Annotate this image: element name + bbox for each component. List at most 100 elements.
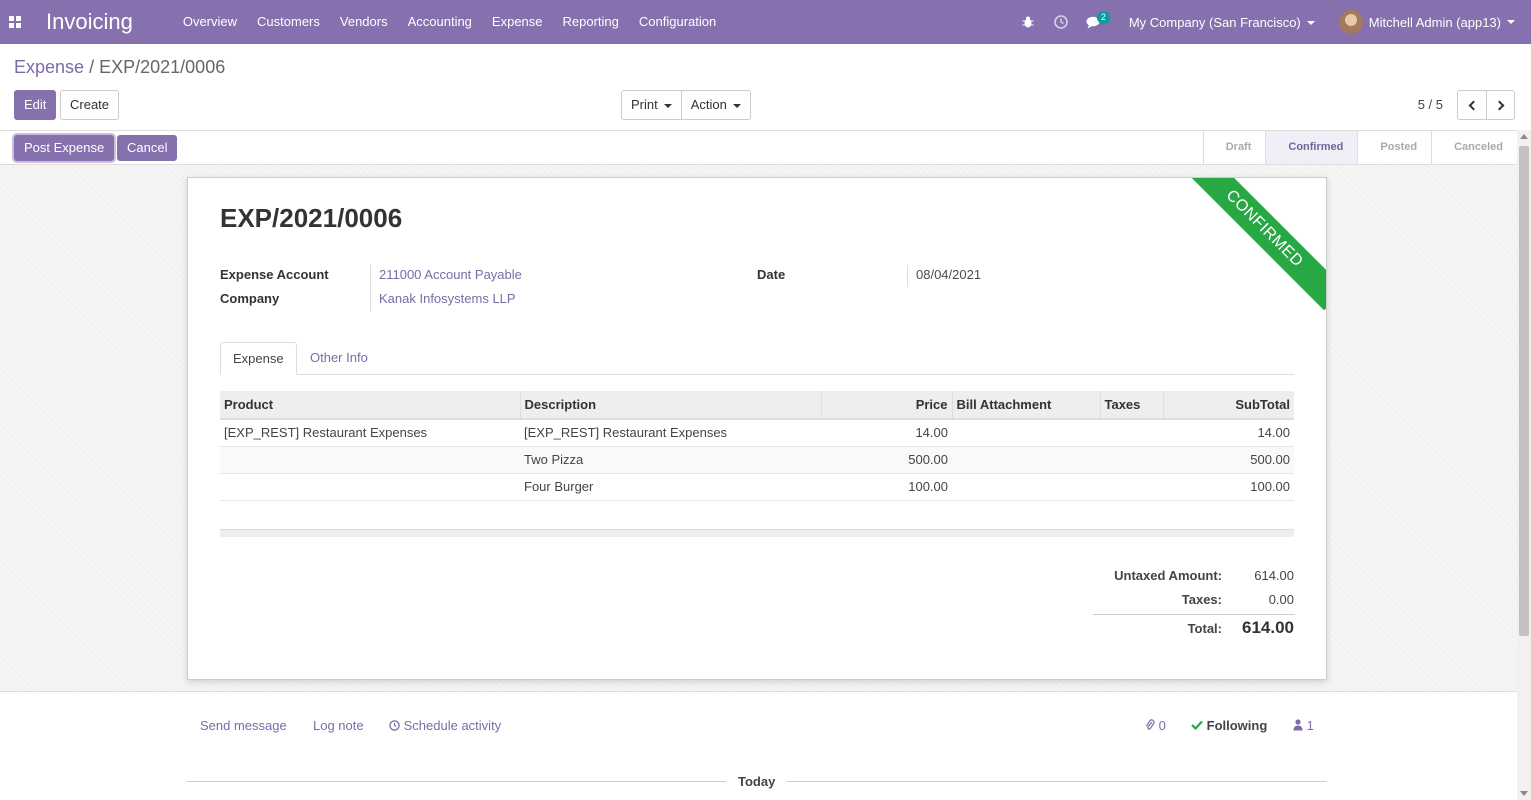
followers-count: 1 bbox=[1306, 718, 1314, 733]
cell-subtotal: 14.00 bbox=[1163, 419, 1294, 447]
bug-icon bbox=[1022, 16, 1034, 28]
debug-button[interactable] bbox=[1012, 0, 1045, 44]
following-label: Following bbox=[1206, 718, 1268, 733]
breadcrumb: Expense / EXP/2021/0006 bbox=[14, 57, 225, 78]
caret-down-icon bbox=[1306, 21, 1315, 26]
cell-product bbox=[220, 446, 520, 474]
breadcrumb-parent[interactable]: Expense bbox=[14, 57, 84, 77]
cell-attachment bbox=[952, 446, 1100, 474]
caret-down-icon bbox=[732, 103, 741, 108]
expense-account-link[interactable]: 211000 Account Payable bbox=[379, 267, 522, 282]
taxes-value: 0.00 bbox=[1268, 592, 1294, 607]
menu-expense[interactable]: Expense bbox=[482, 0, 553, 44]
company-name: My Company (San Francisco) bbox=[1128, 14, 1301, 30]
table-row[interactable]: [EXP_REST] Restaurant Expenses [EXP_REST… bbox=[220, 419, 1294, 447]
status-bar: Post Expense Cancel Draft Confirmed Post… bbox=[0, 130, 1517, 165]
menu-customers[interactable]: Customers bbox=[247, 0, 330, 44]
company-link[interactable]: Kanak Infosystems LLP bbox=[379, 291, 516, 306]
tab-expense[interactable]: Expense bbox=[220, 342, 297, 375]
total-value: 614.00 bbox=[1242, 618, 1294, 637]
date-label: Date bbox=[757, 267, 786, 282]
table-footer bbox=[220, 529, 1294, 537]
table-header-row: Product Description Price Bill Attachmen… bbox=[220, 391, 1294, 420]
cell-description: Two Pizza bbox=[520, 446, 821, 474]
attachments-count: 0 bbox=[1158, 718, 1166, 733]
field-divider bbox=[370, 265, 371, 311]
create-button[interactable]: Create bbox=[60, 90, 120, 120]
scroll-down-icon[interactable] bbox=[1520, 791, 1528, 796]
cell-product: [EXP_REST] Restaurant Expenses bbox=[220, 419, 520, 447]
user-menu[interactable]: Mitchell Admin (app13) bbox=[1329, 10, 1531, 34]
edit-button[interactable]: Edit bbox=[14, 90, 57, 120]
pager-previous-button[interactable] bbox=[1458, 91, 1486, 119]
stage-draft: Draft bbox=[1202, 131, 1266, 164]
cell-taxes bbox=[1100, 446, 1163, 474]
cell-taxes bbox=[1100, 473, 1163, 501]
date-separator-today: Today bbox=[726, 774, 788, 789]
table-row[interactable]: Four Burger 100.00 100.00 bbox=[220, 473, 1294, 501]
table-row[interactable]: Two Pizza 500.00 500.00 bbox=[220, 446, 1294, 474]
cell-price: 500.00 bbox=[821, 446, 952, 474]
company-label: Company bbox=[220, 291, 280, 306]
status-ribbon: CONFIRMED bbox=[1182, 178, 1326, 311]
activities-button[interactable] bbox=[1045, 0, 1078, 44]
cell-description: Four Burger bbox=[520, 473, 821, 501]
column-header-product[interactable]: Product bbox=[220, 391, 520, 420]
menu-vendors[interactable]: Vendors bbox=[330, 0, 398, 44]
attachments-button[interactable]: 0 bbox=[1145, 718, 1166, 733]
apps-menu-button[interactable] bbox=[0, 0, 30, 44]
apps-grid-icon bbox=[9, 16, 21, 28]
post-expense-button[interactable]: Post Expense bbox=[14, 135, 115, 161]
pager-buttons bbox=[1457, 90, 1515, 120]
cell-attachment bbox=[952, 473, 1100, 501]
pager-next-button[interactable] bbox=[1486, 91, 1514, 119]
page-title: EXP/2021/0006 bbox=[220, 203, 403, 233]
action-label: Action bbox=[690, 97, 727, 112]
following-button[interactable]: Following bbox=[1191, 718, 1267, 733]
breadcrumb-separator: / bbox=[89, 57, 95, 77]
scrollbar-thumb[interactable] bbox=[1519, 146, 1529, 636]
tab-other-info[interactable]: Other Info bbox=[298, 342, 380, 375]
cell-price: 100.00 bbox=[821, 473, 952, 501]
taxes-label: Taxes: bbox=[1181, 592, 1222, 607]
schedule-activity-button[interactable]: Schedule activity bbox=[389, 718, 501, 733]
caret-down-icon bbox=[663, 103, 672, 108]
top-navbar: Invoicing Overview Customers Vendors Acc… bbox=[0, 0, 1531, 44]
field-divider bbox=[907, 265, 908, 287]
user-name: Mitchell Admin (app13) bbox=[1368, 14, 1501, 30]
cell-subtotal: 100.00 bbox=[1163, 473, 1294, 501]
column-header-price[interactable]: Price bbox=[820, 391, 952, 420]
action-dropdowns: Print Action bbox=[621, 90, 751, 120]
menu-configuration[interactable]: Configuration bbox=[629, 0, 726, 44]
breadcrumb-current: EXP/2021/0006 bbox=[99, 57, 226, 77]
stage-confirmed: Confirmed bbox=[1265, 131, 1358, 164]
page-scrollbar[interactable] bbox=[1517, 130, 1531, 800]
action-dropdown[interactable]: Action bbox=[680, 91, 750, 119]
column-header-taxes[interactable]: Taxes bbox=[1099, 391, 1163, 420]
cancel-button[interactable]: Cancel bbox=[117, 135, 178, 161]
company-switcher[interactable]: My Company (San Francisco) bbox=[1111, 15, 1329, 30]
menu-reporting[interactable]: Reporting bbox=[553, 0, 629, 44]
clock-icon bbox=[1054, 15, 1069, 29]
followers-button[interactable]: 1 bbox=[1293, 718, 1314, 733]
app-brand[interactable]: Invoicing bbox=[46, 9, 133, 35]
send-message-button[interactable]: Send message bbox=[200, 718, 287, 733]
column-header-description[interactable]: Description bbox=[519, 391, 821, 420]
log-note-button[interactable]: Log note bbox=[313, 718, 364, 733]
print-dropdown[interactable]: Print bbox=[622, 91, 681, 119]
totals-divider bbox=[1093, 614, 1295, 615]
column-header-subtotal[interactable]: SubTotal bbox=[1162, 391, 1294, 420]
form-sheet: CONFIRMED EXP/2021/0006 Expense Account … bbox=[187, 177, 1327, 680]
scroll-up-icon[interactable] bbox=[1520, 134, 1528, 139]
pager-value[interactable]: 5 / 5 bbox=[1418, 97, 1443, 112]
stage-posted: Posted bbox=[1357, 131, 1431, 164]
cell-subtotal: 500.00 bbox=[1163, 446, 1294, 474]
cell-taxes bbox=[1100, 419, 1163, 447]
column-header-bill-attachment[interactable]: Bill Attachment bbox=[951, 391, 1100, 420]
menu-accounting[interactable]: Accounting bbox=[398, 0, 482, 44]
messages-button[interactable]: 2 bbox=[1078, 0, 1111, 44]
menu-overview[interactable]: Overview bbox=[173, 0, 247, 44]
stage-canceled: Canceled bbox=[1431, 131, 1517, 164]
date-value: 08/04/2021 bbox=[916, 267, 982, 282]
total-label: Total: bbox=[1187, 621, 1222, 636]
